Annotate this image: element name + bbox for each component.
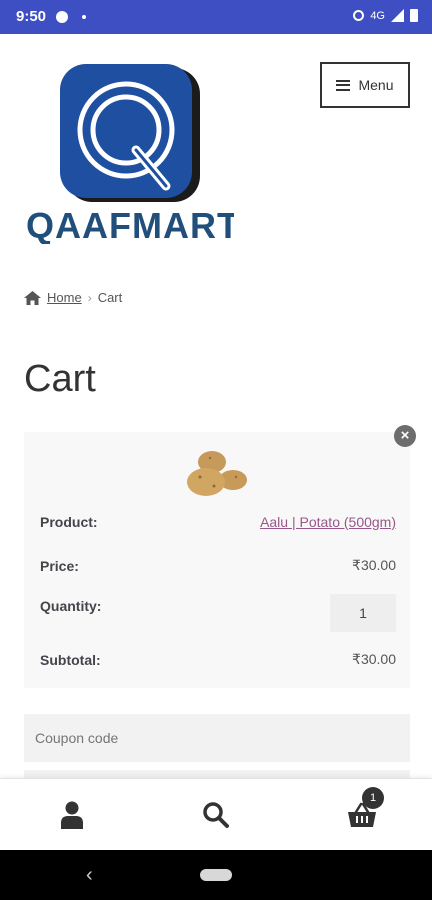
network-type: 4G	[370, 9, 385, 22]
cart-count-badge: 1	[362, 787, 384, 809]
quantity-input[interactable]	[330, 594, 396, 632]
bottom-nav: 1	[0, 778, 432, 851]
coupon-code-input[interactable]	[24, 714, 410, 762]
system-nav-bar: ‹	[0, 850, 432, 900]
back-icon[interactable]: ‹	[86, 865, 93, 885]
price-value: ₹30.00	[352, 557, 396, 573]
remove-item-icon[interactable]: ×	[394, 425, 416, 447]
account-button[interactable]	[50, 793, 94, 837]
breadcrumb-separator: ›	[87, 290, 92, 305]
apply-coupon-button[interactable]	[24, 770, 410, 778]
battery-icon	[410, 9, 418, 22]
logo-text: QAAFMART	[26, 205, 234, 244]
notification-dot-icon	[82, 15, 86, 19]
search-icon	[203, 802, 229, 828]
product-row: Product: Aalu | Potato (500gm)	[40, 514, 396, 530]
alarm-icon	[353, 10, 365, 21]
home-pill-icon[interactable]	[200, 869, 232, 881]
status-bar: 9:50 4G	[0, 0, 432, 34]
price-label: Price:	[40, 557, 79, 574]
quantity-row: Quantity:	[40, 594, 396, 632]
price-row: Price: ₹30.00	[40, 557, 396, 574]
product-thumbnail[interactable]	[184, 444, 250, 500]
messenger-icon	[56, 11, 68, 23]
page-title: Cart	[24, 358, 96, 400]
product-label: Product:	[40, 514, 98, 530]
breadcrumb-current: Cart	[97, 290, 123, 305]
subtotal-row: Subtotal: ₹30.00	[40, 651, 396, 668]
status-time: 9:50	[16, 8, 47, 25]
search-button[interactable]	[194, 793, 238, 837]
subtotal-label: Subtotal:	[40, 651, 101, 668]
product-name-link[interactable]: Aalu | Potato (500gm)	[260, 514, 396, 530]
breadcrumb-home-link[interactable]: Home	[47, 290, 82, 305]
qaafmart-logo-icon: QAAFMART	[26, 64, 239, 246]
home-icon	[24, 290, 41, 305]
menu-label: Menu	[358, 77, 394, 93]
hamburger-icon	[336, 79, 351, 91]
user-icon	[61, 801, 83, 829]
cart-button[interactable]: 1	[340, 787, 384, 837]
menu-button[interactable]: Menu	[320, 62, 410, 108]
breadcrumb: Home › Cart	[24, 290, 122, 305]
site-logo[interactable]: QAAFMART	[24, 64, 239, 246]
signal-icon	[391, 9, 404, 22]
quantity-label: Quantity:	[40, 598, 102, 614]
subtotal-value: ₹30.00	[352, 651, 396, 667]
